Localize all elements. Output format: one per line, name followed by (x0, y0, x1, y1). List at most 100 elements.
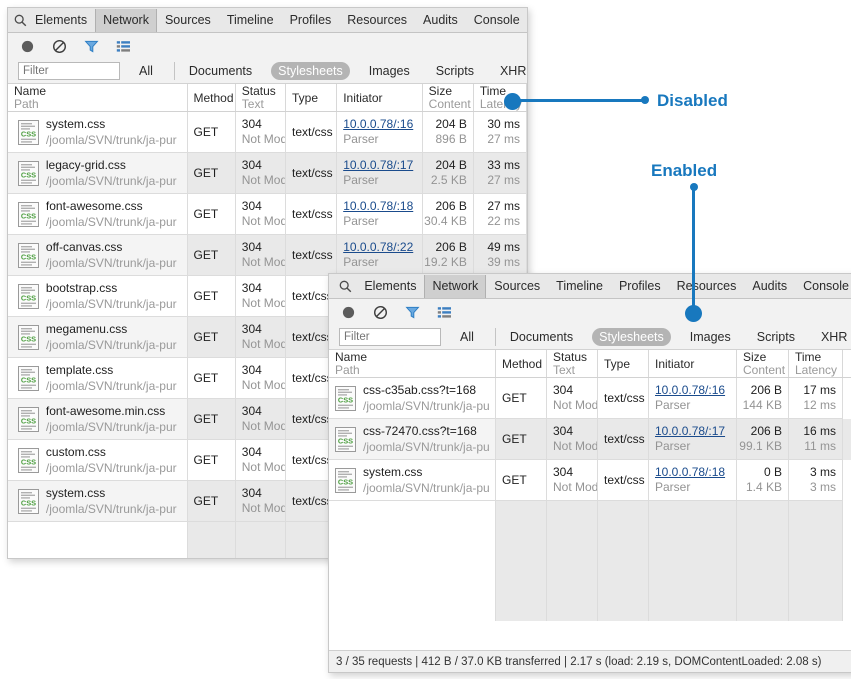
column-header-method[interactable]: Method (496, 350, 547, 377)
list-view-icon[interactable] (115, 38, 132, 55)
tab-audits[interactable]: Audits (744, 275, 795, 298)
tab-resources[interactable]: Resources (339, 9, 415, 32)
cell-name[interactable]: CSStemplate.css/joomla/SVN/trunk/ja-pur (8, 358, 188, 399)
cell-initiator[interactable]: 10.0.0.78/:17Parser (337, 153, 422, 194)
cell-type: text/css (286, 194, 337, 235)
filter-type-stylesheets[interactable]: Stylesheets (592, 328, 671, 346)
filter-type-scripts[interactable]: Scripts (429, 62, 481, 80)
table-row[interactable]: CSScss-72470.css?t=168/joomla/SVN/trunk/… (329, 419, 851, 460)
table-row[interactable]: CSSsystem.css/joomla/SVN/trunk/ja-purGET… (329, 460, 851, 501)
table-row[interactable]: CSSoff-canvas.css/joomla/SVN/trunk/ja-pu… (8, 235, 527, 276)
filter-type-all[interactable]: All (453, 328, 481, 346)
record-icon[interactable] (340, 304, 357, 321)
initiator-link[interactable]: 10.0.0.78/:17 (655, 424, 725, 439)
column-header-initiator[interactable]: Initiator (337, 84, 422, 111)
file-path: /joomla/SVN/trunk/ja-pur (46, 378, 177, 394)
file-name: system.css (46, 485, 177, 501)
header-line1: Initiator (343, 92, 415, 105)
column-header-method[interactable]: Method (188, 84, 236, 111)
table-row[interactable]: CSScss-c35ab.css?t=168/joomla/SVN/trunk/… (329, 378, 851, 419)
cell-name[interactable]: CSSsystem.css/joomla/SVN/trunk/ja-pur (8, 481, 188, 522)
tab-audits[interactable]: Audits (415, 9, 466, 32)
filter-type-all[interactable]: All (132, 62, 160, 80)
tab-sources[interactable]: Sources (157, 9, 219, 32)
cell-initiator[interactable]: 10.0.0.78/:18Parser (649, 460, 737, 501)
cell-name[interactable]: CSSsystem.css/joomla/SVN/trunk/ja-pur (8, 112, 188, 153)
cell-name[interactable]: CSSoff-canvas.css/joomla/SVN/trunk/ja-pu… (8, 235, 188, 276)
back-table-header: Name Path Method Status Text Type Initia… (8, 84, 527, 112)
filter-type-xhr[interactable]: XHR (814, 328, 851, 346)
tab-profiles[interactable]: Profiles (611, 275, 669, 298)
cell-name[interactable]: CSSsystem.css/joomla/SVN/trunk/ja-pur (329, 460, 496, 501)
cell-initiator[interactable]: 10.0.0.78/:16Parser (337, 112, 422, 153)
column-header-size[interactable]: Size Content (423, 84, 474, 111)
cell-initiator[interactable]: 10.0.0.78/:17Parser (649, 419, 737, 460)
clear-icon[interactable] (372, 304, 389, 321)
table-row[interactable]: CSSlegacy-grid.css/joomla/SVN/trunk/ja-p… (8, 153, 527, 194)
filter-input[interactable] (339, 328, 441, 346)
cell-name[interactable]: CSSmegamenu.css/joomla/SVN/trunk/ja-pur (8, 317, 188, 358)
svg-text:CSS: CSS (338, 436, 353, 445)
tab-timeline[interactable]: Timeline (219, 9, 282, 32)
devtools-window-enabled[interactable]: Elements Network Sources Timeline Profil… (328, 273, 851, 673)
initiator-link[interactable]: 10.0.0.78/:18 (343, 199, 413, 214)
initiator-link[interactable]: 10.0.0.78/:18 (655, 465, 725, 480)
tab-network[interactable]: Network (95, 9, 157, 32)
cell-name[interactable]: CSSlegacy-grid.css/joomla/SVN/trunk/ja-p… (8, 153, 188, 194)
column-header-status[interactable]: Status Text (236, 84, 286, 111)
column-header-name[interactable]: Name Path (8, 84, 188, 111)
list-view-icon[interactable] (436, 304, 453, 321)
filter-type-documents[interactable]: Documents (495, 328, 580, 346)
column-header-initiator[interactable]: Initiator (649, 350, 737, 377)
filter-type-images[interactable]: Images (683, 328, 738, 346)
initiator-link[interactable]: 10.0.0.78/:17 (343, 158, 413, 173)
cell-initiator[interactable]: 10.0.0.78/:22Parser (337, 235, 422, 276)
cell-name[interactable]: CSScss-c35ab.css?t=168/joomla/SVN/trunk/… (329, 378, 496, 419)
search-icon[interactable] (335, 280, 356, 293)
filter-type-scripts[interactable]: Scripts (750, 328, 802, 346)
table-row[interactable]: CSSsystem.css/joomla/SVN/trunk/ja-purGET… (8, 112, 527, 153)
filter-input[interactable] (18, 62, 120, 80)
tab-elements[interactable]: Elements (356, 275, 424, 298)
cell-name[interactable]: CSScustom.css/joomla/SVN/trunk/ja-pur (8, 440, 188, 481)
tab-network[interactable]: Network (424, 275, 486, 298)
disabled-endpoint-dot (641, 96, 649, 104)
cell-initiator[interactable]: 10.0.0.78/:16Parser (649, 378, 737, 419)
column-header-status[interactable]: Status Text (547, 350, 598, 377)
filter-type-xhr[interactable]: XHR (493, 62, 528, 80)
cell-name[interactable]: CSSfont-awesome.min.css/joomla/SVN/trunk… (8, 399, 188, 440)
screenshot-root: Elements Network Sources Timeline Profil… (0, 0, 851, 679)
initiator-link[interactable]: 10.0.0.78/:16 (655, 383, 725, 398)
tab-elements[interactable]: Elements (27, 9, 95, 32)
column-header-size[interactable]: Size Content (737, 350, 789, 377)
table-row[interactable]: CSSfont-awesome.css/joomla/SVN/trunk/ja-… (8, 194, 527, 235)
file-path: /joomla/SVN/trunk/ja-pur (46, 255, 177, 271)
column-header-type[interactable]: Type (286, 84, 337, 111)
initiator-link[interactable]: 10.0.0.78/:16 (343, 117, 413, 132)
css-file-icon: CSS (335, 468, 356, 493)
initiator-link[interactable]: 10.0.0.78/:22 (343, 240, 413, 255)
column-header-type[interactable]: Type (598, 350, 649, 377)
cell-initiator[interactable]: 10.0.0.78/:18Parser (337, 194, 422, 235)
filter-icon[interactable] (83, 38, 100, 55)
filter-type-stylesheets[interactable]: Stylesheets (271, 62, 350, 80)
tab-console[interactable]: Console (466, 9, 528, 32)
tab-resources[interactable]: Resources (669, 275, 745, 298)
filter-type-documents[interactable]: Documents (174, 62, 259, 80)
tab-profiles[interactable]: Profiles (282, 9, 340, 32)
tab-sources[interactable]: Sources (486, 275, 548, 298)
cell-method: GET (188, 399, 236, 440)
record-icon[interactable] (19, 38, 36, 55)
clear-icon[interactable] (51, 38, 68, 55)
cell-name[interactable]: CSScss-72470.css?t=168/joomla/SVN/trunk/… (329, 419, 496, 460)
status-bar: 3 / 35 requests | 412 B / 37.0 KB transf… (329, 650, 851, 672)
tab-console[interactable]: Console (795, 275, 851, 298)
filter-icon[interactable] (404, 304, 421, 321)
tab-timeline[interactable]: Timeline (548, 275, 611, 298)
cell-name[interactable]: CSSbootstrap.css/joomla/SVN/trunk/ja-pur (8, 276, 188, 317)
column-header-name[interactable]: Name Path (329, 350, 496, 377)
column-header-time[interactable]: Time Latency (789, 350, 843, 377)
search-icon[interactable] (14, 14, 27, 27)
cell-name[interactable]: CSSfont-awesome.css/joomla/SVN/trunk/ja-… (8, 194, 188, 235)
filter-type-images[interactable]: Images (362, 62, 417, 80)
